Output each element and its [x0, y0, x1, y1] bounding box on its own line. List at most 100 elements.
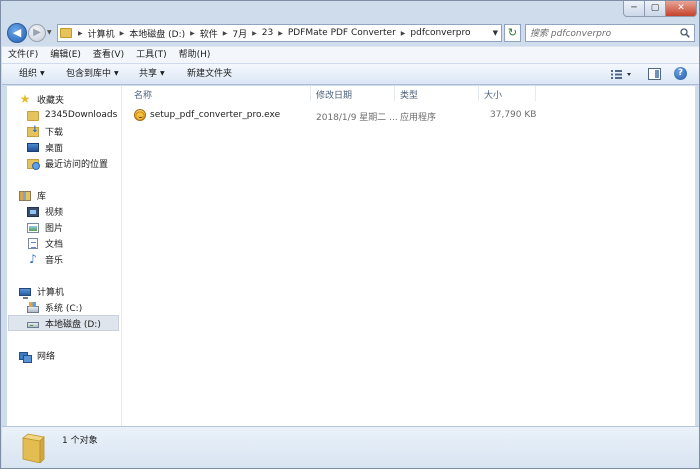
share-button[interactable]: 共享 ▼: [139, 68, 165, 81]
column-divider[interactable]: [310, 86, 311, 101]
column-divider[interactable]: [478, 86, 479, 101]
breadcrumb-pdfmate[interactable]: PDFMate PDF Converter: [286, 28, 398, 38]
menu-tools[interactable]: 工具(T): [130, 47, 173, 63]
change-view-icon[interactable]: [610, 68, 634, 81]
help-icon[interactable]: ?: [674, 67, 687, 80]
chevron-down-icon: ▼: [40, 70, 45, 77]
column-header-size[interactable]: 大小: [484, 88, 502, 101]
desktop-icon: [27, 143, 39, 152]
chevron-right-icon[interactable]: ▶: [75, 30, 86, 37]
chevron-right-icon[interactable]: ▶: [117, 30, 128, 37]
explorer-window: ─ ▢ ✕ ◀ ▶ ▼ ▶ 计算机 ▶ 本地磁盘 (D:) ▶ 软件 ▶ 7月 …: [0, 0, 700, 469]
new-folder-button[interactable]: 新建文件夹: [187, 68, 232, 81]
breadcrumb-software[interactable]: 软件: [198, 27, 220, 40]
nav-item-desktop[interactable]: 桌面: [27, 139, 119, 155]
chevron-right-icon[interactable]: ▶: [398, 30, 409, 37]
folder-icon: [60, 28, 72, 38]
nav-label: 库: [37, 191, 47, 202]
nav-item-recent-places[interactable]: 最近访问的位置: [27, 155, 119, 171]
nav-item-drive-c[interactable]: 系统 (C:): [27, 299, 119, 315]
video-icon: [27, 206, 39, 217]
close-button[interactable]: ✕: [665, 1, 697, 17]
network-icon: [19, 351, 32, 363]
column-header-name[interactable]: 名称: [134, 88, 152, 101]
chevron-right-icon[interactable]: ▶: [187, 30, 198, 37]
system-drive-icon: [27, 301, 39, 313]
chevron-right-icon[interactable]: ▶: [275, 30, 286, 37]
chevron-down-icon: ▼: [114, 70, 119, 77]
installer-icon: [134, 109, 146, 121]
nav-item-drive-d[interactable]: 本地磁盘 (D:): [8, 315, 119, 331]
column-divider[interactable]: [535, 86, 536, 101]
nav-label: 收藏夹: [37, 95, 65, 106]
star-icon: ★: [19, 92, 31, 106]
column-divider[interactable]: [394, 86, 395, 101]
search-box[interactable]: [525, 24, 695, 42]
preview-pane-button[interactable]: [648, 68, 661, 80]
share-label: 共享: [139, 69, 158, 79]
menu-help[interactable]: 帮助(H): [173, 47, 217, 63]
nav-item-pictures[interactable]: 图片: [27, 219, 119, 235]
nav-favorites[interactable]: ★ 收藏夹: [19, 91, 119, 107]
breadcrumb-drive-d[interactable]: 本地磁盘 (D:): [127, 27, 187, 40]
nav-item-2345downloads[interactable]: 2345Downloads: [27, 107, 119, 123]
file-row[interactable]: setup_pdf_converter_pro.exe 2018/1/9 星期二…: [130, 108, 690, 124]
organize-button[interactable]: 组织 ▼: [19, 68, 45, 81]
include-in-library-button[interactable]: 包含到库中 ▼: [66, 68, 119, 81]
chevron-right-icon[interactable]: ▶: [220, 30, 231, 37]
menu-edit[interactable]: 编辑(E): [44, 47, 87, 63]
nav-item-documents[interactable]: 文档: [27, 235, 119, 251]
nav-label: 文档: [45, 239, 64, 250]
breadcrumb-computer[interactable]: 计算机: [86, 27, 117, 40]
breadcrumb-pdfconverpro[interactable]: pdfconverpro: [408, 28, 472, 38]
nav-label: 2345Downloads: [45, 110, 118, 120]
nav-label: 本地磁盘 (D:): [45, 319, 101, 330]
folder-icon: [27, 111, 39, 121]
menu-file[interactable]: 文件(F): [2, 47, 44, 63]
chevron-down-icon[interactable]: ▼: [493, 29, 498, 37]
breadcrumb-23[interactable]: 23: [260, 28, 275, 38]
item-count: 1 个对象: [62, 436, 98, 446]
title-bar: ─ ▢ ✕: [1, 1, 699, 19]
search-input[interactable]: [530, 27, 675, 40]
libraries-icon: [19, 191, 31, 201]
chevron-down-icon: ▼: [160, 70, 165, 77]
chevron-right-icon[interactable]: ▶: [249, 30, 260, 37]
nav-label: 视频: [45, 207, 64, 218]
nav-libraries[interactable]: 库: [19, 187, 119, 203]
nav-item-downloads[interactable]: 下载: [27, 123, 119, 139]
breadcrumb-july[interactable]: 7月: [230, 27, 249, 40]
column-header-modified[interactable]: 修改日期: [316, 88, 352, 101]
column-header-type[interactable]: 类型: [400, 88, 418, 101]
computer-icon: [19, 287, 31, 299]
maximize-button[interactable]: ▢: [644, 1, 666, 17]
nav-computer[interactable]: 计算机: [19, 283, 119, 299]
refresh-button[interactable]: ↻: [504, 24, 521, 42]
downloads-icon: [27, 125, 39, 137]
menu-view[interactable]: 查看(V): [87, 47, 130, 63]
nav-network[interactable]: 网络: [19, 347, 119, 363]
nav-label: 图片: [45, 223, 64, 234]
file-modified: 2018/1/9 星期二 ...: [316, 113, 398, 123]
recent-places-icon: [27, 159, 40, 170]
file-name: setup_pdf_converter_pro.exe: [150, 110, 281, 120]
search-icon[interactable]: [680, 28, 690, 38]
pictures-icon: [27, 222, 39, 233]
file-list: 名称 修改日期 类型 大小 setup_pdf_converter_pro.ex…: [122, 86, 695, 426]
nav-label: 计算机: [37, 287, 65, 298]
nav-label: 音乐: [45, 255, 64, 266]
organize-label: 组织: [19, 69, 38, 79]
recent-pages-dropdown[interactable]: ▼: [47, 29, 52, 36]
navigation-pane: ★ 收藏夹 2345Downloads 下载 桌面 最近访问的位置 库 视频: [7, 86, 122, 426]
nav-item-music[interactable]: ♪ 音乐: [27, 251, 119, 267]
address-bar[interactable]: ▶ 计算机 ▶ 本地磁盘 (D:) ▶ 软件 ▶ 7月 ▶ 23 ▶ PDFMa…: [57, 24, 502, 42]
nav-label: 桌面: [45, 143, 64, 154]
nav-label: 最近访问的位置: [45, 159, 109, 170]
minimize-button[interactable]: ─: [623, 1, 645, 17]
back-button[interactable]: ◀: [7, 23, 27, 43]
nav-label: 系统 (C:): [45, 303, 83, 314]
forward-button[interactable]: ▶: [28, 24, 46, 42]
nav-item-videos[interactable]: 视频: [27, 203, 119, 219]
details-pane: 1 个对象: [2, 426, 699, 468]
file-size: 37,790 KB: [490, 110, 537, 120]
